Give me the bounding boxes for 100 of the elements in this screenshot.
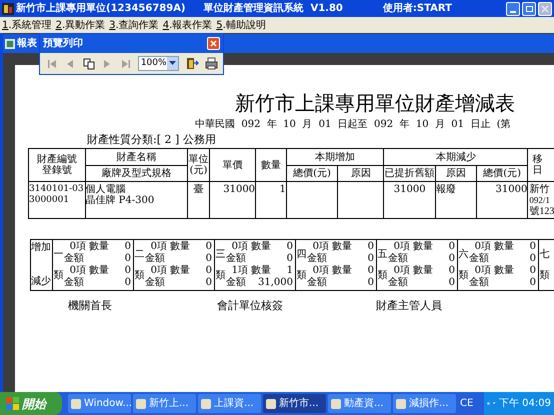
header-cell: 本期減少 — [384, 148, 528, 166]
minimize-button[interactable] — [506, 2, 520, 16]
report-icon — [5, 38, 15, 48]
header-cell: 原因 — [435, 166, 476, 182]
amount-value: 0 — [530, 253, 536, 265]
taskbar-item[interactable]: 減損作... — [393, 394, 456, 413]
header-cell: 廠牌及型式規格 — [85, 166, 188, 182]
quantity-value: 0 — [448, 265, 455, 277]
table-cell: 1 — [256, 182, 286, 218]
table-cell — [338, 182, 384, 218]
amount-value: 0 — [448, 277, 455, 289]
group-numeral: 二 — [134, 249, 144, 260]
start-button[interactable]: 開始 — [0, 392, 62, 415]
amount-value: 0 — [206, 253, 212, 265]
group-numeral: 三 — [216, 249, 226, 260]
quantity-value: 0 — [530, 265, 536, 277]
amount-label: 金額 — [307, 253, 327, 265]
menu-item[interactable]: 4.報表作業 — [160, 18, 214, 32]
group-numeral: 七 — [540, 249, 550, 260]
table-cell: 3140101-03 3000001 — [28, 182, 85, 218]
table-cell: 新竹 092/1 號123 — [528, 182, 554, 218]
group-suffix: 類 — [540, 270, 550, 281]
group-suffix: 類 — [54, 270, 64, 281]
quantity-label: 數量 — [170, 241, 190, 253]
item-count: 0項 — [392, 241, 410, 252]
group-suffix: 類 — [378, 270, 388, 281]
amount-value: 0 — [206, 277, 212, 289]
signature-label: 機關首長 — [68, 299, 112, 312]
taskbar-item[interactable]: 新竹上... — [133, 394, 196, 413]
taskbar-item[interactable]: 新竹市... — [263, 394, 326, 413]
child-window-title: 報表 — [17, 36, 37, 51]
menu-item[interactable]: 5.輔助說明 — [214, 18, 268, 32]
menu-item[interactable]: 2.異動作業 — [54, 18, 108, 32]
item-count: 0項 — [474, 241, 491, 252]
taskbar-item[interactable]: Window... — [68, 394, 131, 413]
close-icon — [209, 39, 218, 48]
quantity-label: 數量 — [251, 265, 271, 277]
table-cell: 臺 — [188, 182, 210, 218]
taskbar-item[interactable]: 上課資... — [198, 394, 261, 413]
close-button[interactable] — [207, 37, 220, 50]
header-cell: 財產編號 登錄號 — [28, 148, 85, 182]
quantity-label: 數量 — [413, 265, 433, 277]
summary-row-label: 減少 — [31, 276, 52, 288]
report-period: 中華民國 092 年 10 月 01 日起至 092 年 10 月 01 日止 (第 — [195, 119, 512, 131]
quantity-label: 數量 — [332, 241, 352, 253]
amount-label: 金額 — [388, 253, 408, 265]
quantity-label: 數量 — [170, 265, 190, 277]
window-title: 新竹市上課專用單位(123456789A) — [16, 1, 186, 16]
quantity-value: 0 — [530, 241, 536, 253]
clock: 下午 04:09 — [499, 397, 551, 411]
report-title: 新竹市上課專用單位財產增減表 — [235, 91, 516, 115]
app-icon — [2, 2, 14, 14]
amount-value: 0 — [530, 277, 536, 289]
header-cell: 總價(元) — [286, 166, 338, 182]
signature-label: 財產主管人員 — [376, 299, 442, 312]
signature-label: 會計單位核簽 — [217, 299, 283, 312]
quantity-value: 0 — [368, 265, 374, 277]
item-count: 0項 — [68, 265, 86, 276]
property-category: 財產性質分類:[ 2 ] 公務用 — [87, 133, 217, 146]
amount-value: 0 — [124, 277, 131, 289]
header-cell: 移 日 — [528, 148, 554, 182]
table-cell — [286, 182, 338, 218]
amount-value: 0 — [124, 253, 131, 265]
zoom-select[interactable]: 100% — [138, 56, 179, 71]
group-suffix: 類 — [458, 270, 468, 281]
group-numeral: 五 — [378, 249, 388, 260]
item-count: 1項 — [230, 265, 248, 276]
table-cell: 報廢 — [435, 182, 476, 218]
header-cell: 已提折舊額 — [384, 166, 436, 182]
quantity-label: 數量 — [413, 241, 433, 253]
menu-item[interactable]: 3.查詢作業 — [107, 18, 161, 32]
amount-label: 金額 — [64, 253, 84, 265]
quantity-label: 數量 — [89, 241, 109, 253]
item-count: 0項 — [68, 241, 86, 252]
group-numeral: 四 — [296, 249, 306, 260]
menu-item[interactable]: 1.系統管理 — [0, 18, 54, 32]
amount-label: 金額 — [226, 277, 246, 289]
taskbar-item[interactable]: 動產資... — [328, 394, 391, 413]
quantity-label: 數量 — [494, 241, 514, 253]
quantity-label: 數量 — [89, 265, 109, 277]
header-cell: 原因 — [338, 166, 384, 182]
quantity-value: 0 — [124, 241, 131, 253]
windows-logo-icon — [6, 397, 19, 410]
item-count: 0項 — [150, 265, 167, 276]
group-suffix: 類 — [296, 270, 306, 281]
header-cell: 單價 — [209, 148, 256, 182]
restore-button[interactable] — [522, 2, 536, 16]
amount-label: 金額 — [469, 277, 489, 289]
quantity-value: 0 — [368, 241, 374, 253]
amount-label: 金額 — [469, 253, 489, 265]
language-indicator: CE — [460, 397, 474, 411]
header-cell: 總價(元) — [476, 166, 528, 182]
amount-value: 0 — [448, 253, 455, 265]
group-numeral: 六 — [458, 249, 468, 260]
system-name: 單位財產管理資訊系統 V1.80 — [204, 2, 343, 16]
item-count: 0項 — [392, 265, 410, 276]
header-cell: 單位 (元) — [188, 148, 210, 182]
quantity-value: 0 — [206, 265, 212, 277]
dropdown-arrow-icon — [168, 61, 176, 66]
table-cell: 31000 — [476, 182, 528, 218]
